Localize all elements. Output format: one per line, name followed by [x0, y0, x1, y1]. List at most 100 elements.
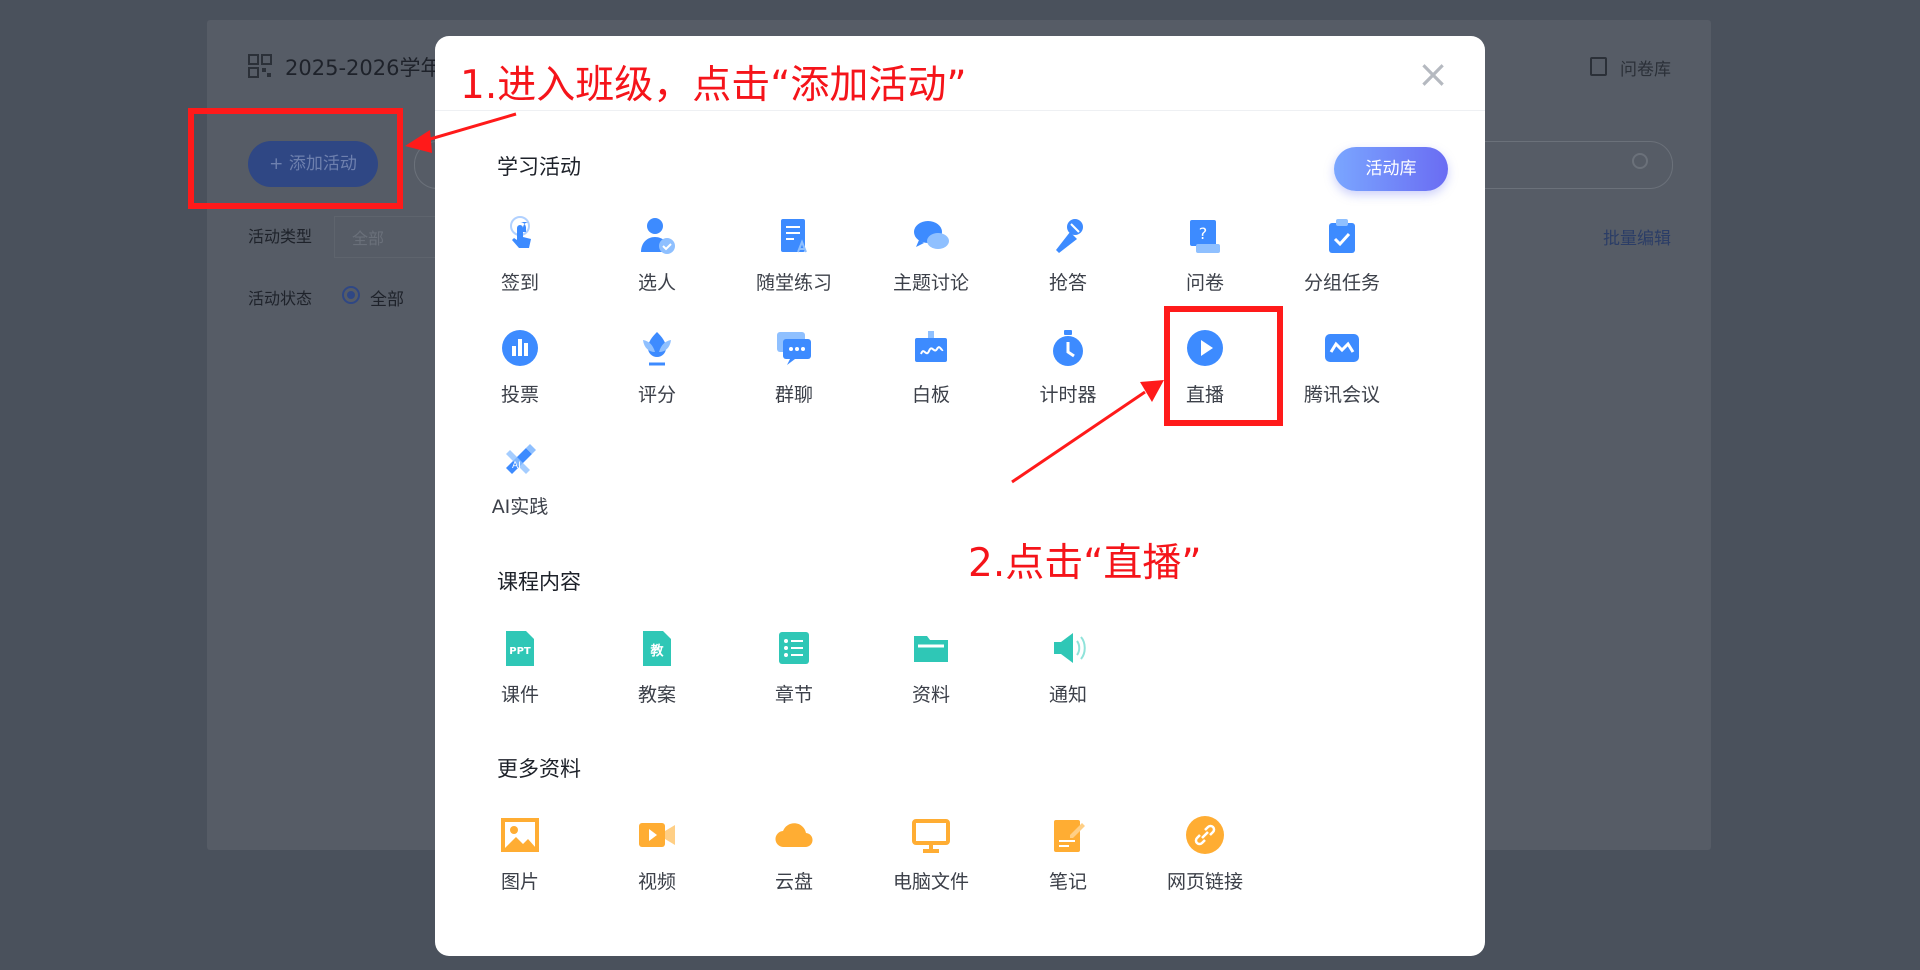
section-title-learning: 学习活动	[497, 155, 581, 179]
svg-text:教: 教	[649, 643, 664, 659]
activity-item-label: 主题讨论	[892, 272, 969, 294]
activity-item-computer[interactable]: 电脑文件	[862, 813, 1000, 903]
activity-item-video[interactable]: 视频	[588, 813, 726, 903]
annotation-box-add-activity	[188, 108, 403, 209]
activity-item-microphone[interactable]: 抢答	[999, 214, 1137, 304]
cloud-icon	[775, 823, 813, 848]
status-radio-all-label: 全部	[370, 290, 404, 310]
activity-item-label: 章节	[774, 684, 813, 706]
activity-item-label: 分组任务	[1303, 272, 1380, 294]
activity-item-label: 资料	[911, 684, 950, 706]
svg-text:PPT: PPT	[509, 646, 531, 657]
activity-item-questionnaire[interactable]: ? 问卷	[1136, 214, 1274, 304]
questionnaire-icon: ?	[1190, 220, 1220, 253]
annotation-box-live	[1164, 306, 1283, 426]
svg-text:?: ?	[1199, 224, 1208, 243]
activity-item-label: 抢答	[1048, 272, 1087, 294]
activity-item-discussion[interactable]: 主题讨论	[862, 214, 1000, 304]
modal-divider	[435, 110, 1485, 111]
qr-code-icon	[248, 54, 272, 78]
discussion-icon	[914, 221, 949, 249]
activity-item-label: AI实践	[491, 496, 549, 518]
note-icon	[1054, 820, 1085, 852]
announcement-icon	[1054, 633, 1086, 663]
image-icon	[501, 818, 539, 852]
activity-item-label: 腾讯会议	[1303, 384, 1380, 406]
activity-item-label: 计时器	[1039, 384, 1097, 406]
rating-icon	[643, 332, 671, 366]
activity-item-label: 云盘	[774, 871, 813, 893]
survey-library-link[interactable]: 问卷库	[1620, 55, 1671, 80]
activity-item-announcement[interactable]: 通知	[999, 626, 1137, 716]
activity-item-tencent-meeting[interactable]: 腾讯会议	[1273, 326, 1411, 416]
activity-type-value: 全部	[352, 229, 385, 248]
timer-icon	[1053, 330, 1083, 366]
activity-item-ppt[interactable]: PPT 课件	[451, 626, 589, 716]
folder-icon	[914, 636, 948, 662]
annotation-step2: 2.点击“直播”	[968, 541, 1202, 586]
activity-item-label: 课件	[500, 684, 539, 706]
activity-item-group-chat[interactable]: 群聊	[725, 326, 863, 416]
activity-item-pick-person[interactable]: 选人	[588, 214, 726, 304]
activity-item-label: 图片	[500, 871, 539, 893]
activity-item-lesson-plan[interactable]: 教教案	[588, 626, 726, 716]
activity-item-label: 视频	[637, 871, 676, 893]
activity-item-label: 问卷	[1185, 272, 1224, 294]
class-title: 2025-2026学年	[285, 56, 442, 80]
activity-item-whiteboard[interactable]: 白板	[862, 326, 1000, 416]
batch-edit-link[interactable]: 批量编辑	[1603, 224, 1671, 249]
checkin-icon	[510, 216, 531, 248]
activity-item-label: 群聊	[774, 384, 813, 406]
activity-item-ai-practice[interactable]: AI AI实践	[451, 438, 589, 528]
lesson-plan-icon: 教	[643, 631, 671, 666]
close-icon[interactable]: ×	[1413, 54, 1453, 94]
activity-item-cloud[interactable]: 云盘	[725, 813, 863, 903]
activity-item-label: 笔记	[1048, 871, 1087, 893]
whiteboard-icon	[915, 331, 947, 362]
activity-item-label: 投票	[500, 384, 539, 406]
status-radio-all[interactable]	[342, 286, 360, 304]
activity-item-image[interactable]: 图片	[451, 813, 589, 903]
annotation-step1: 1.进入班级，点击“添加活动”	[460, 63, 967, 108]
activity-item-checkin[interactable]: 签到	[451, 214, 589, 304]
chapter-icon	[779, 632, 809, 664]
activity-item-link[interactable]: 网页链接	[1136, 813, 1274, 903]
ppt-icon: PPT	[506, 631, 534, 666]
activity-status-label: 活动状态	[248, 289, 313, 308]
activity-item-label: 评分	[637, 384, 676, 406]
activity-item-label: 签到	[500, 272, 539, 294]
activity-item-label: 电脑文件	[892, 871, 969, 893]
activity-item-timer[interactable]: 计时器	[999, 326, 1137, 416]
search-icon[interactable]	[1632, 153, 1648, 169]
vote-icon	[502, 330, 538, 366]
activity-item-label: 白板	[911, 384, 950, 406]
activity-item-chapter[interactable]: 章节	[725, 626, 863, 716]
activity-item-group-task[interactable]: 分组任务	[1273, 214, 1411, 304]
activity-item-label: 选人	[637, 272, 676, 294]
activity-item-label: 随堂练习	[755, 272, 832, 294]
section-title-more: 更多资料	[497, 757, 581, 781]
activity-item-note[interactable]: 笔记	[999, 813, 1137, 903]
tencent-meeting-icon	[1325, 334, 1359, 362]
activity-item-folder[interactable]: 资料	[862, 626, 1000, 716]
activity-item-label: 网页链接	[1166, 871, 1243, 893]
activity-item-rating[interactable]: 评分	[588, 326, 726, 416]
activity-item-quiz[interactable]: 随堂练习	[725, 214, 863, 304]
activity-item-label: 通知	[1048, 684, 1087, 706]
ai-practice-icon: AI	[506, 444, 536, 474]
computer-icon	[912, 819, 950, 853]
group-task-icon	[1329, 219, 1355, 253]
microphone-icon	[1056, 219, 1083, 253]
section-title-course: 课程内容	[497, 570, 581, 594]
video-icon	[639, 823, 675, 847]
activity-type-select[interactable]	[334, 216, 435, 258]
pick-person-icon	[641, 218, 675, 254]
link-icon	[1186, 816, 1224, 854]
add-activity-modal: × 活动库 学习活动 签到 选人 随堂练习 主题讨论 抢答? 问卷 分组任务 投票 评分 群聊 白板…	[435, 36, 1485, 956]
activity-library-button[interactable]: 活动库	[1334, 147, 1448, 191]
quiz-icon	[781, 219, 807, 253]
group-chat-icon	[777, 332, 811, 365]
svg-text:AI: AI	[512, 461, 521, 471]
activity-item-label: 教案	[637, 684, 676, 706]
activity-item-vote[interactable]: 投票	[451, 326, 589, 416]
